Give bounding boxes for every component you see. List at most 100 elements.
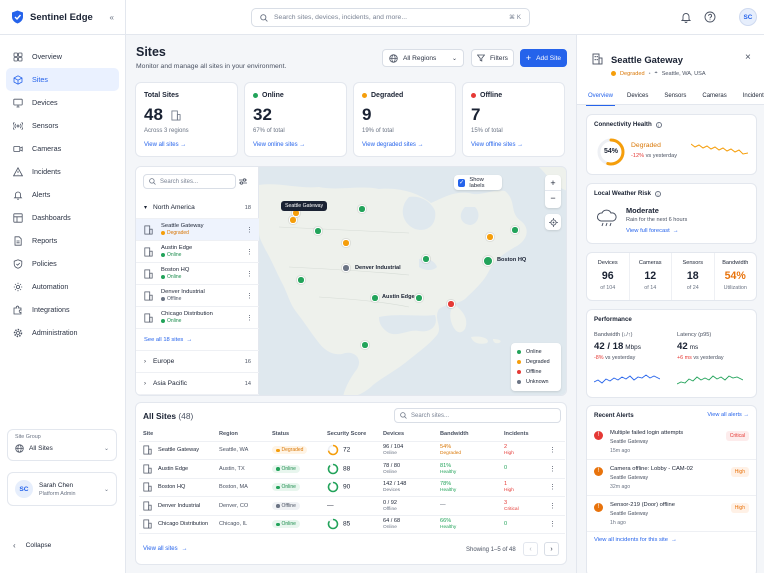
map-marker[interactable] — [342, 264, 350, 272]
more-vertical-icon[interactable]: ⋮ — [246, 292, 253, 300]
sidebar-item-incidents[interactable]: Incidents — [6, 160, 119, 183]
sidebar-item-overview[interactable]: Overview — [6, 45, 119, 68]
more-vertical-icon[interactable]: ⋮ — [545, 459, 565, 479]
more-vertical-icon[interactable]: ⋮ — [246, 226, 253, 234]
site-list-item[interactable]: Chicago Distribution Online ⋮ — [136, 307, 259, 329]
stat-link[interactable]: View online sites → — [253, 142, 305, 148]
site-list-item[interactable]: Seattle Gateway Degraded ⋮ — [136, 219, 259, 241]
sidebar-item-policies[interactable]: Policies — [6, 252, 119, 275]
table-row[interactable]: Austin Edge Austin, TX Online 88 78 / 80 Onli… — [139, 459, 565, 479]
site-group-asia-pacific[interactable]: › Asia Pacific 14 — [136, 373, 259, 395]
panel-tab-cameras[interactable]: Cameras — [700, 86, 728, 106]
column-header[interactable]: Region — [215, 428, 268, 442]
sidebar-item-reports[interactable]: Reports — [6, 229, 119, 252]
collapse-button[interactable]: ‹ Collapse — [13, 541, 51, 550]
map-marker[interactable] — [358, 205, 366, 213]
see-all-sites-link[interactable]: See all 18 sites → — [136, 329, 259, 351]
site-list-item[interactable]: Austin Edge Online ⋮ — [136, 241, 259, 263]
map-marker[interactable] — [289, 216, 297, 224]
more-vertical-icon[interactable]: ⋮ — [545, 478, 565, 497]
map-marker[interactable] — [486, 233, 494, 241]
more-vertical-icon[interactable]: ⋮ — [545, 496, 565, 516]
map-marker[interactable] — [483, 256, 493, 266]
table-row[interactable]: Boston HQ Boston, MA Online 90 142 / 148 Devi… — [139, 478, 565, 497]
close-icon[interactable]: × — [745, 52, 751, 63]
panel-tab-devices[interactable]: Devices — [625, 86, 650, 106]
filters-button[interactable]: Filters — [471, 49, 514, 67]
locate-button[interactable] — [545, 214, 561, 230]
alert-item[interactable]: ! Sensor-219 (Door) offline Seattle Gatewa… — [587, 496, 756, 532]
map-marker[interactable] — [422, 255, 430, 263]
checkbox-checked-icon[interactable]: ✓ — [458, 178, 466, 187]
stat-link[interactable]: View offline sites → — [471, 142, 523, 148]
sidebar-item-cameras[interactable]: Cameras — [6, 137, 119, 160]
sidebar-item-dashboards[interactable]: Dashboards — [6, 206, 119, 229]
forecast-link[interactable]: View full forecast → — [626, 228, 679, 234]
collapse-chevrons-icon[interactable]: « — [110, 13, 114, 22]
info-icon[interactable]: i — [654, 190, 661, 197]
column-header[interactable]: Security Score — [323, 428, 379, 442]
table-search[interactable]: Search sites... — [394, 408, 561, 423]
more-vertical-icon[interactable]: ⋮ — [246, 270, 253, 278]
topbar-avatar[interactable]: SC — [739, 8, 757, 26]
stat-link[interactable]: View degraded sites → — [362, 142, 424, 148]
global-search-input[interactable]: Search sites, devices, incidents, and mo… — [274, 14, 407, 21]
table-search-input[interactable]: Search sites... — [411, 413, 449, 419]
table-site-name[interactable]: Denver Industrial — [158, 503, 200, 509]
view-all-sites-link[interactable]: View all sites → — [143, 546, 188, 552]
column-header[interactable]: Bandwidth — [436, 428, 500, 442]
site-group-europe[interactable]: › Europe 16 — [136, 351, 259, 373]
table-site-name[interactable]: Chicago Distribution — [158, 521, 208, 527]
info-icon[interactable]: i — [655, 121, 662, 128]
map-marker[interactable] — [342, 239, 350, 247]
site-list-item[interactable]: Denver Industrial Offline ⋮ — [136, 285, 259, 307]
map-marker[interactable] — [297, 276, 305, 284]
sidebar-item-integrations[interactable]: Integrations — [6, 298, 119, 321]
site-group-north-america[interactable]: ▾ North America 18 — [136, 197, 259, 219]
column-header[interactable]: Incidents — [500, 428, 545, 442]
add-site-button[interactable]: + Add Site — [520, 49, 567, 67]
map-marker[interactable] — [314, 227, 322, 235]
prev-page-button[interactable]: ‹ — [523, 542, 538, 556]
table-row[interactable]: Chicago Distribution Chicago, IL Online 85 6… — [139, 515, 565, 534]
column-header[interactable]: Devices — [379, 428, 436, 442]
column-header[interactable]: Site — [139, 428, 215, 442]
view-all-alerts-link[interactable]: View all alerts → — [707, 412, 749, 418]
show-labels-toggle[interactable]: ✓ Show labels — [454, 175, 502, 190]
table-site-name[interactable]: Austin Edge — [158, 466, 188, 472]
sidebar-item-alerts[interactable]: Alerts — [6, 183, 119, 206]
table-row[interactable]: Seattle Gateway Seattle, WA Degraded 72 96 /… — [139, 441, 565, 460]
panel-tab-sensors[interactable]: Sensors — [662, 86, 688, 106]
sliders-icon[interactable] — [239, 178, 247, 185]
user-menu[interactable]: SC Sarah Chen Platform Admin ⌄ — [7, 472, 117, 506]
next-page-button[interactable]: › — [544, 542, 559, 556]
region-select[interactable]: All Regions ⌄ — [382, 49, 464, 67]
alert-item[interactable]: ! Camera offline: Lobby - CAM-02 Seattle G… — [587, 460, 756, 496]
more-vertical-icon[interactable]: ⋮ — [246, 248, 253, 256]
site-list-search-input[interactable]: Search sites... — [160, 179, 198, 185]
sidebar-item-sensors[interactable]: Sensors — [6, 114, 119, 137]
table-row[interactable]: Denver Industrial Denver, CO Offline — 0 / 9… — [139, 496, 565, 516]
map-marker[interactable] — [361, 341, 369, 349]
map-marker[interactable] — [415, 294, 423, 302]
table-site-name[interactable]: Boston HQ — [158, 484, 185, 490]
more-vertical-icon[interactable]: ⋮ — [246, 314, 253, 322]
sidebar-item-automation[interactable]: Automation — [6, 275, 119, 298]
panel-tab-incidents[interactable]: Incidents — [741, 86, 764, 106]
view-all-incidents-link[interactable]: View all incidents for this site → — [587, 532, 756, 548]
map-marker[interactable] — [371, 294, 379, 302]
sidebar-item-sites[interactable]: Sites — [6, 68, 119, 91]
more-vertical-icon[interactable]: ⋮ — [545, 515, 565, 534]
map-marker[interactable] — [511, 226, 519, 234]
global-search[interactable]: Search sites, devices, incidents, and mo… — [251, 8, 530, 27]
alert-item[interactable]: ! Multiple failed login attempts Seattle G… — [587, 424, 756, 460]
column-header[interactable]: Status — [268, 428, 323, 442]
table-site-name[interactable]: Seattle Gateway — [158, 447, 199, 453]
help-icon[interactable] — [704, 11, 716, 23]
site-group-selector[interactable]: Site Group All Sites ⌄ — [7, 429, 117, 461]
sidebar-item-devices[interactable]: Devices — [6, 91, 119, 114]
stat-link[interactable]: View all sites → — [144, 142, 186, 148]
panel-tab-overview[interactable]: Overview — [586, 86, 616, 106]
sidebar-item-administration[interactable]: Administration — [6, 321, 119, 344]
zoom-out-button[interactable]: − — [545, 191, 561, 207]
